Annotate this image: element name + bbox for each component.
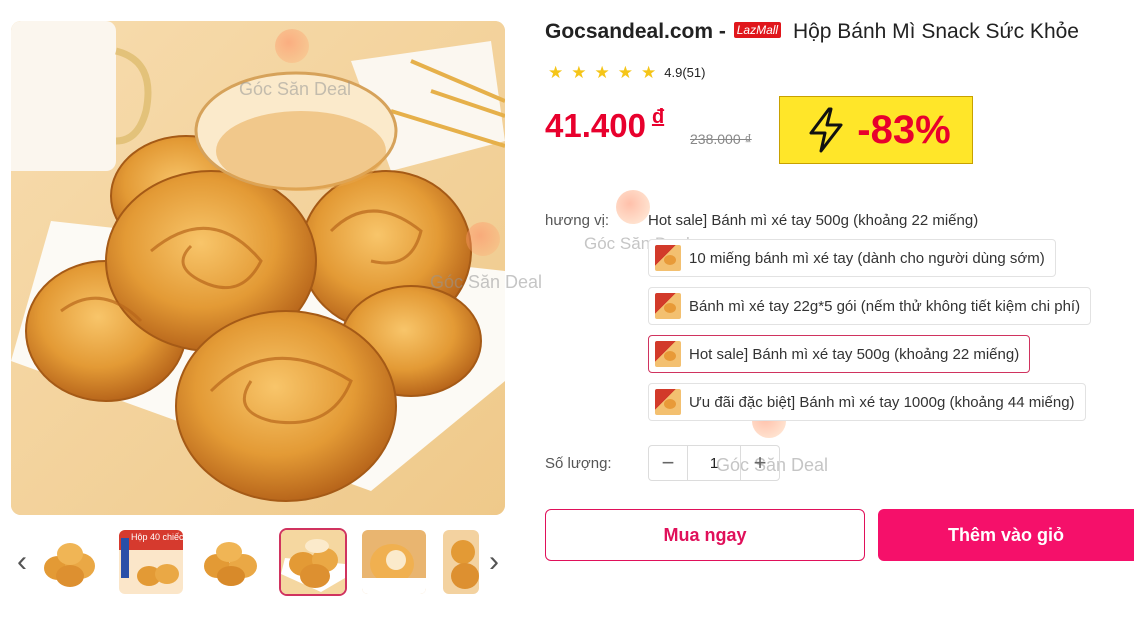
star-icon: ★ bbox=[571, 63, 587, 82]
rating[interactable]: ★ ★ ★ ★ ★ 4.9(51) bbox=[548, 64, 705, 81]
variant-option-label: Bánh mì xé tay 22g*5 gói (nếm thử không … bbox=[689, 297, 1081, 315]
watermark-logo bbox=[275, 29, 309, 63]
variant-option-label: Hot sale] Bánh mì xé tay 500g (khoảng 22… bbox=[689, 345, 1020, 363]
rating-value: 4.9(51) bbox=[664, 65, 706, 80]
discount-badge: -83% bbox=[779, 96, 973, 164]
product-title: Gocsandeal.com - LazMall Hộp Bánh Mì Sna… bbox=[545, 20, 1079, 44]
buy-now-button[interactable]: Mua ngay bbox=[545, 509, 865, 561]
variant-option-selected[interactable]: Hot sale] Bánh mì xé tay 500g (khoảng 22… bbox=[648, 335, 1031, 373]
variant-thumbnail bbox=[655, 245, 681, 271]
add-to-cart-button[interactable]: Thêm vào giỏ bbox=[878, 509, 1134, 561]
star-icon: ★ bbox=[617, 63, 633, 82]
watermark-text: Góc Săn Deal bbox=[239, 79, 352, 99]
quantity-label: Số lượng: bbox=[545, 455, 612, 472]
watermark-logo bbox=[466, 222, 500, 256]
variant-option[interactable]: Ưu đãi đặc biệt] Bánh mì xé tay 1000g (k… bbox=[648, 383, 1086, 421]
variant-option[interactable]: Bánh mì xé tay 22g*5 gói (nếm thử không … bbox=[648, 287, 1092, 325]
price: 41.400 đ bbox=[545, 106, 664, 145]
star-icon: ★ bbox=[594, 63, 610, 82]
chevron-left-icon[interactable]: ‹ bbox=[11, 544, 33, 580]
watermark-logo bbox=[616, 190, 650, 224]
main-product-image[interactable]: Góc Săn Deal bbox=[11, 21, 505, 515]
original-price: 238.000 ₫ bbox=[690, 131, 752, 147]
thumbnail-2[interactable]: Hộp 40 chiếc bbox=[119, 530, 183, 594]
watermark-text: Góc Săn Deal bbox=[430, 272, 543, 292]
star-icon: ★ bbox=[641, 63, 657, 82]
variant-option-label: 10 miếng bánh mì xé tay (dành cho người … bbox=[689, 249, 1045, 267]
lazmall-badge: LazMall bbox=[733, 22, 782, 38]
price-currency: đ bbox=[651, 106, 665, 128]
star-icon: ★ bbox=[548, 63, 564, 82]
thumbnail-carousel: ‹ Hộp 40 chiếc › bbox=[11, 530, 505, 596]
quantity-decrement-button[interactable]: − bbox=[649, 446, 687, 480]
price-value: 41.400 bbox=[545, 107, 646, 144]
selected-variant-text: Hot sale] Bánh mì xé tay 500g (khoảng 22… bbox=[648, 212, 979, 229]
variant-thumbnail bbox=[655, 341, 681, 367]
chevron-right-icon[interactable]: › bbox=[483, 544, 505, 580]
quantity-increment-button[interactable]: + bbox=[741, 446, 779, 480]
variant-label: hương vị: bbox=[545, 212, 610, 229]
thumbnail-6[interactable] bbox=[443, 530, 479, 594]
variant-thumbnail bbox=[655, 293, 681, 319]
discount-percent: -83% bbox=[857, 107, 951, 152]
shop-name: Gocsandeal.com - bbox=[545, 20, 726, 43]
variant-thumbnail bbox=[655, 389, 681, 415]
quantity-input[interactable]: 1 bbox=[687, 446, 741, 480]
quantity-stepper: − 1 + bbox=[648, 445, 780, 481]
thumbnail-5[interactable] bbox=[362, 530, 426, 594]
thumbnail-4-selected[interactable] bbox=[281, 530, 345, 594]
thumbnail-3[interactable] bbox=[199, 530, 263, 594]
lightning-icon bbox=[809, 107, 843, 153]
product-name: Hộp Bánh Mì Snack Sức Khỏe bbox=[792, 20, 1079, 43]
variant-option-label: Ưu đãi đặc biệt] Bánh mì xé tay 1000g (k… bbox=[689, 393, 1075, 411]
variant-option[interactable]: 10 miếng bánh mì xé tay (dành cho người … bbox=[648, 239, 1056, 277]
thumbnail-1[interactable] bbox=[38, 530, 102, 594]
thumbnail-caption: Hộp 40 chiếc bbox=[131, 532, 183, 542]
